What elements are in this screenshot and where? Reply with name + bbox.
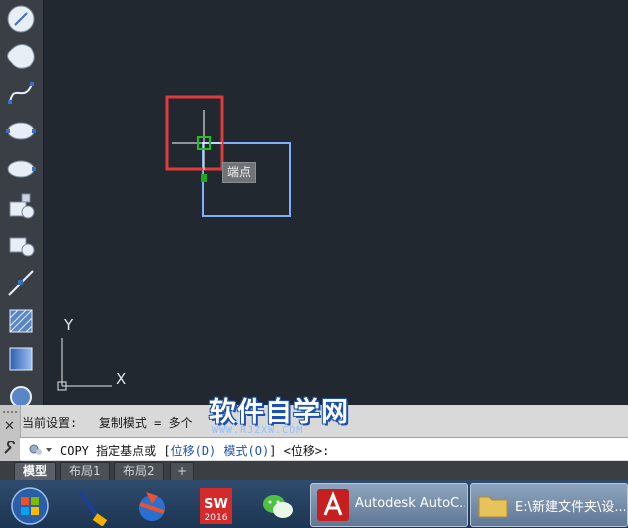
ucs-y-label: Y	[64, 316, 74, 334]
tab-layout1[interactable]: 布局1	[60, 462, 110, 481]
drawing-canvas[interactable]: 端点 Y X	[44, 0, 628, 405]
wechat-icon	[263, 495, 293, 518]
command-prompt: COPY 指定基点或 [位移(D) 模式(O)] <位移>:	[60, 442, 329, 459]
svg-text:SW: SW	[204, 497, 228, 512]
solidworks-app[interactable]: SW 2016	[188, 484, 240, 524]
brush-icon	[78, 490, 108, 526]
taskbar-autocad[interactable]: Autodesk AutoC...	[310, 483, 468, 527]
tool-palette	[0, 0, 44, 408]
spline-icon[interactable]	[3, 76, 39, 110]
watermark-url: WWW.RJZXW.COM	[212, 425, 304, 436]
tab-model[interactable]: 模型	[14, 462, 57, 481]
prompt-end: ] <位移>:	[269, 444, 330, 458]
construction-line-icon[interactable]	[3, 266, 39, 300]
prompt-text: 指定基点或 [	[88, 444, 171, 458]
solidworks-icon: SW2016	[200, 488, 232, 524]
ellipse-icon[interactable]	[3, 114, 39, 148]
globe-icon	[139, 492, 165, 521]
command-line[interactable]: COPY 指定基点或 [位移(D) 模式(O)] <位移>:	[20, 437, 628, 460]
hatch-icon[interactable]	[3, 304, 39, 338]
command-name: COPY	[60, 444, 89, 458]
paint-brush-app[interactable]	[62, 484, 114, 526]
wechat-app[interactable]	[250, 484, 302, 524]
folder-icon	[478, 496, 508, 518]
ucs-icon	[57, 338, 112, 391]
line-point-icon[interactable]	[3, 2, 39, 36]
tab-layout2[interactable]: 布局2	[114, 462, 164, 481]
insert-block-icon[interactable]	[3, 190, 39, 224]
ellipse-arc-icon[interactable]	[3, 152, 39, 186]
start-button[interactable]	[2, 484, 54, 525]
make-block-icon[interactable]	[3, 228, 39, 262]
close-icon[interactable]: ✕	[4, 419, 15, 434]
wrench-icon[interactable]	[3, 440, 17, 454]
svg-text:2016: 2016	[205, 513, 228, 523]
taskbar: SW 2016 Autodesk AutoC... E:\新建文件夹\设...	[0, 480, 628, 528]
gradient-icon[interactable]	[3, 342, 39, 376]
cloud-blob-icon[interactable]	[3, 38, 39, 72]
grip-dots-icon	[3, 411, 17, 413]
canvas-graphics	[57, 95, 291, 391]
option-displacement[interactable]: 位移(D)	[171, 444, 217, 458]
command-prompt-icon[interactable]	[26, 440, 56, 458]
highlight-box	[165, 95, 224, 171]
tab-add-button[interactable]: +	[170, 462, 195, 481]
command-history: 当前设置: 复制模式 = 多个	[22, 416, 193, 430]
autocad-icon	[317, 489, 349, 521]
taskbar-explorer[interactable]: E:\新建文件夹\设...	[470, 483, 628, 527]
autocad-task-label: Autodesk AutoC...	[355, 496, 465, 511]
watermark-title: 软件自学网	[209, 397, 349, 428]
command-grip[interactable]: ✕	[0, 405, 21, 461]
option-mode[interactable]: 模式(O)	[216, 444, 270, 458]
globe-app[interactable]	[124, 484, 176, 524]
snap-tooltip: 端点	[222, 162, 257, 183]
explorer-task-label: E:\新建文件夹\设...	[515, 500, 625, 515]
layout-tabs: 模型 布局1 布局2 +	[0, 461, 628, 481]
ucs-x-label: X	[116, 370, 127, 388]
grip-marker	[201, 174, 207, 182]
windows-orb-icon	[11, 487, 49, 525]
